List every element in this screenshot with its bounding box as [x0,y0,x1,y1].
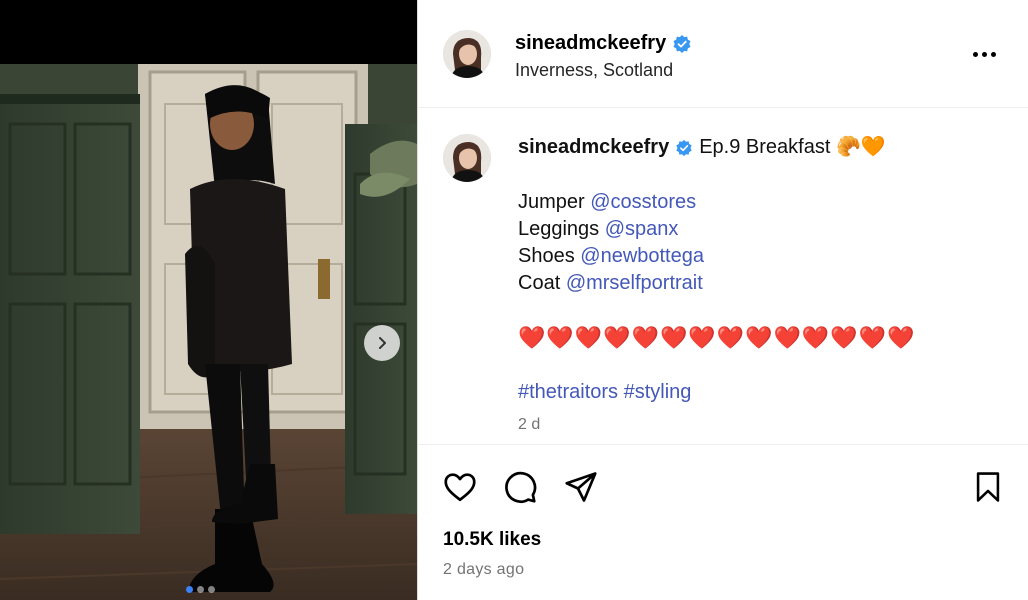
verified-badge-icon [676,139,692,156]
credit-line: Leggings @spanx [518,216,998,243]
heart-emoji-row: ❤️❤️❤️❤️❤️❤️❤️❤️❤️❤️❤️❤️❤️❤️ [518,325,916,350]
credit-line: Coat @mrselfportrait [518,270,998,297]
post-timestamp: 2 days ago [443,561,525,578]
carousel-dot [208,586,215,593]
caption-author-avatar[interactable] [443,134,491,182]
avatar-image [443,134,491,182]
avatar-image [443,30,491,78]
more-horizontal-icon [990,51,996,57]
author-username-text: sineadmckeefry [515,32,667,54]
mention-link[interactable]: @newbottega [580,245,704,267]
caption-username[interactable]: sineadmckeefry [518,134,669,161]
likes-count[interactable]: 10.5K likes [443,529,541,551]
heart-icon [444,473,476,502]
media-letterbox [0,0,417,64]
bookmark-icon [976,472,1000,502]
mention-link[interactable]: @cosstores [590,191,696,213]
caption-title: Ep.9 Breakfast 🥐🧡 [699,136,886,158]
carousel-indicator [186,586,215,593]
credit-line: Jumper @cosstores [518,189,998,216]
credit-label: Leggings [518,218,605,240]
author-username[interactable]: sineadmckeefry [515,32,692,55]
caption-text: sineadmckeefry Ep.9 Breakfast 🥐🧡 Jumper … [518,134,998,406]
comment-button[interactable] [500,467,540,507]
credit-line: Shoes @newbottega [518,243,998,270]
credit-label: Shoes [518,245,581,267]
caption-age: 2 d [518,416,541,433]
carousel-dot [197,586,204,593]
mention-link[interactable]: @mrselfportrait [566,272,703,294]
credit-label: Coat [518,272,566,294]
post-location[interactable]: Inverness, Scotland [515,60,673,81]
outfit-credits: Jumper @cosstores Leggings @spanx Shoes … [518,189,998,297]
post-header: sineadmckeefry Inverness, Scotland [418,0,1028,108]
save-button[interactable] [968,467,1008,507]
more-horizontal-icon [972,51,978,57]
comment-icon [505,471,537,503]
actions-bar: 10.5K likes 2 days ago [418,444,1028,600]
caption-section: sineadmckeefry Ep.9 Breakfast 🥐🧡 Jumper … [418,108,1028,444]
verified-badge-icon [673,34,691,53]
post-media[interactable] [0,0,417,600]
like-button[interactable] [440,467,480,507]
caption-header: sineadmckeefry Ep.9 Breakfast 🥐🧡 [518,134,998,161]
post-photo[interactable] [0,64,417,600]
author-avatar[interactable] [443,30,491,78]
credit-label: Jumper [518,191,591,213]
more-horizontal-icon [981,51,987,57]
mention-link[interactable]: @spanx [605,218,679,240]
send-icon [565,472,597,502]
chevron-right-icon [379,337,386,349]
more-options-button[interactable] [968,40,1000,68]
carousel-dot [186,586,193,593]
share-button[interactable] [561,467,601,507]
carousel-next-button[interactable] [364,325,400,361]
post-details: sineadmckeefry Inverness, Scotland sinea… [418,0,1028,600]
hashtags[interactable]: #thetraitors #styling [518,379,998,406]
